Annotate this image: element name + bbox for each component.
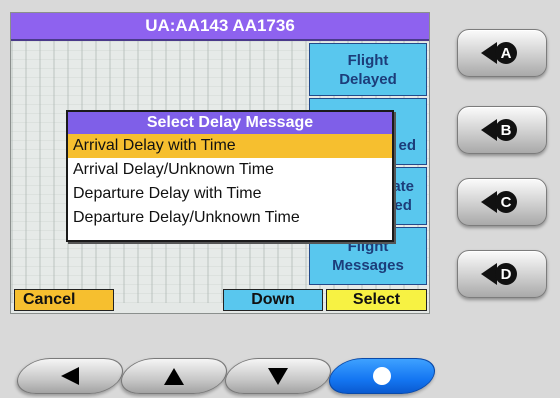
nav-center-button[interactable] (322, 358, 442, 394)
svg-text:B: B (501, 122, 512, 139)
dialog-title-text: Select Delay Message (146, 114, 314, 131)
hardware-button-b[interactable]: B (457, 106, 547, 154)
arrow-down-icon (268, 368, 288, 385)
hardware-button-c[interactable]: C (457, 178, 547, 226)
option-label: Arrival Delay/Unknown Time (73, 161, 274, 178)
arrow-up-icon (164, 368, 184, 385)
cancel-label: Cancel (23, 291, 76, 308)
flight-delayed-button[interactable]: Flight Delayed (309, 43, 427, 96)
side-button-label: ate (392, 178, 414, 195)
hardware-button-a[interactable]: A (457, 29, 547, 77)
side-button-label: Flight (347, 51, 389, 69)
arrow-left-icon (61, 367, 79, 385)
side-button-label: ed (398, 137, 416, 154)
nav-up-button[interactable] (114, 358, 234, 394)
side-button-label: ed (394, 197, 412, 214)
speaker-a-icon: A (481, 42, 517, 64)
nav-left-button[interactable] (10, 358, 130, 394)
speaker-d-icon: D (481, 263, 517, 285)
nav-down-button[interactable] (218, 358, 338, 394)
option-departure-delay-unknown-time[interactable]: Departure Delay/Unknown Time (68, 206, 392, 230)
speaker-b-icon: B (481, 119, 517, 141)
svg-text:A: A (501, 45, 512, 62)
device-screen: UA:AA143 AA1736 Flight Delayed ed ate ed F… (10, 12, 430, 314)
option-departure-delay-with-time[interactable]: Departure Delay with Time (68, 182, 392, 206)
option-arrival-delay-unknown-time[interactable]: Arrival Delay/Unknown Time (68, 158, 392, 182)
cancel-softkey[interactable]: Cancel (14, 289, 114, 311)
down-label: Down (251, 291, 295, 308)
side-button-label: Messages (332, 257, 404, 274)
option-arrival-delay-with-time[interactable]: Arrival Delay with Time (68, 134, 392, 158)
option-label: Arrival Delay with Time (73, 137, 236, 154)
flight-title-bar: UA:AA143 AA1736 (11, 13, 429, 41)
select-softkey[interactable]: Select (326, 289, 427, 311)
flight-title: UA:AA143 AA1736 (145, 16, 295, 35)
speaker-c-icon: C (481, 191, 517, 213)
dialog-title: Select Delay Message (68, 112, 392, 134)
hardware-button-d[interactable]: D (457, 250, 547, 298)
side-button-label: Delayed (339, 70, 397, 88)
svg-text:C: C (501, 194, 512, 211)
option-label: Departure Delay/Unknown Time (73, 209, 300, 226)
down-softkey[interactable]: Down (223, 289, 323, 311)
select-label: Select (352, 291, 401, 308)
svg-text:D: D (501, 266, 512, 283)
option-label: Departure Delay with Time (73, 185, 262, 202)
select-delay-dialog: Select Delay Message Arrival Delay with … (66, 110, 394, 242)
circle-icon (373, 367, 391, 385)
